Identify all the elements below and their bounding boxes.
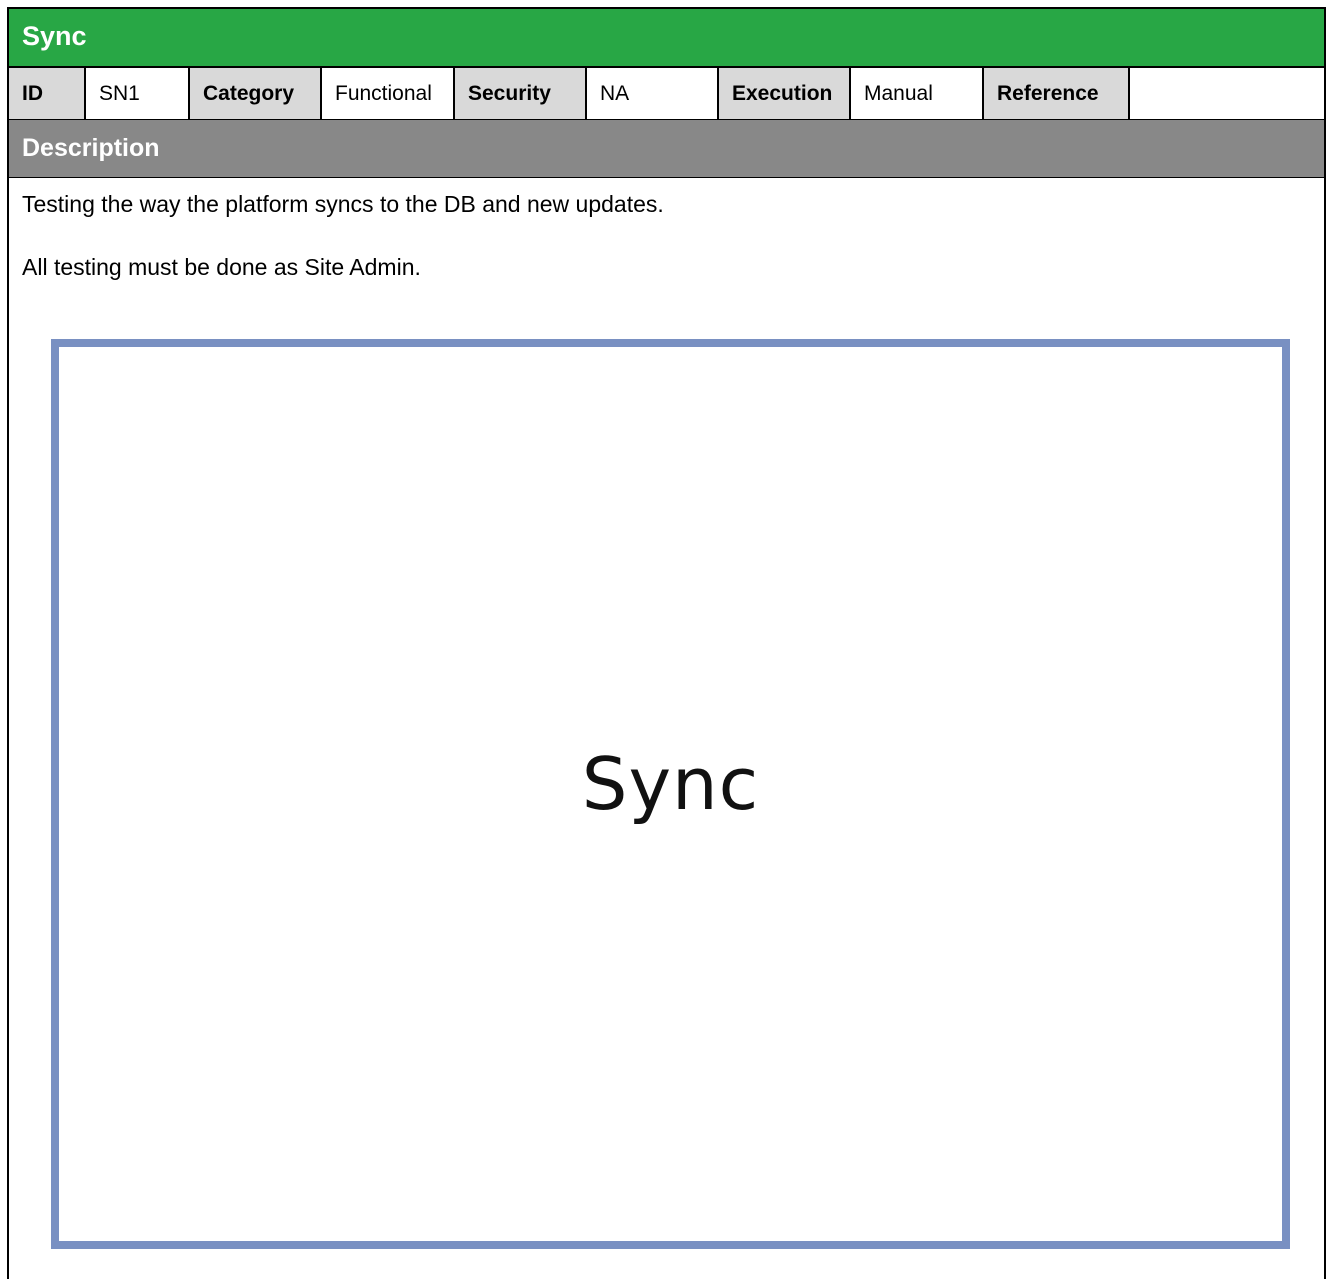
sync-image-caption: Sync (581, 742, 760, 826)
description-header-label: Description (22, 134, 160, 162)
execution-label: Execution (719, 68, 851, 119)
description-line-1: Testing the way the platform syncs to th… (22, 191, 664, 217)
execution-value: Manual (851, 68, 984, 119)
sync-image: Sync (51, 339, 1290, 1249)
row-divider-mark (7, 284, 9, 294)
reference-value (1130, 68, 1324, 119)
security-label: Security (455, 68, 587, 119)
category-label: Category (190, 68, 322, 119)
id-label: ID (9, 68, 86, 119)
metadata-row: ID SN1 Category Functional Security NA E… (9, 68, 1324, 120)
category-value: Functional (322, 68, 455, 119)
description-header: Description (9, 120, 1324, 178)
security-value: NA (587, 68, 719, 119)
description-line-2: All testing must be done as Site Admin. (22, 254, 421, 280)
reference-label: Reference (984, 68, 1130, 119)
title-bar: Sync (9, 9, 1324, 68)
document-title: Sync (22, 21, 87, 51)
id-value: SN1 (86, 68, 190, 119)
test-case-document: Sync ID SN1 Category Functional Security… (7, 7, 1326, 1279)
